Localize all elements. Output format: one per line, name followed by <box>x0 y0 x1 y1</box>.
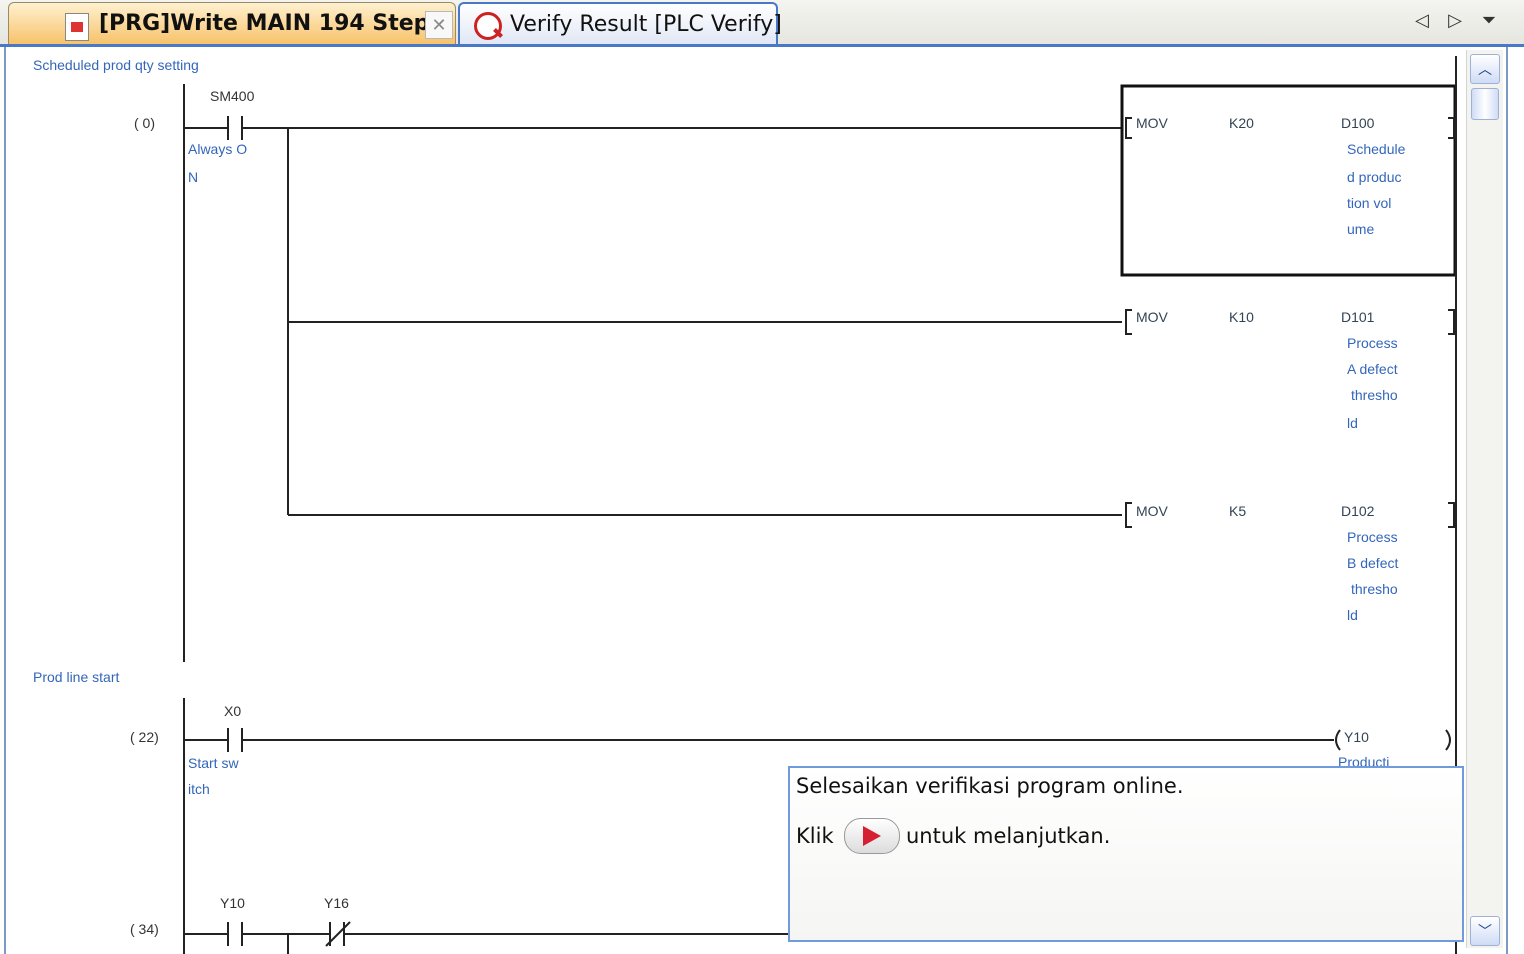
scroll-down-icon[interactable]: ﹀ <box>1470 916 1500 946</box>
contact-device: Y16 <box>324 895 349 911</box>
contact-comment-line: N <box>188 169 198 185</box>
device-comment-line: A defect <box>1347 361 1398 377</box>
instruction-source[interactable]: K20 <box>1229 115 1254 131</box>
vertical-scrollbar[interactable]: ︿ ﹀ <box>1466 50 1503 948</box>
instruction-dest[interactable]: D102 <box>1341 503 1375 519</box>
scroll-thumb[interactable] <box>1471 88 1499 120</box>
normally-open-contact[interactable] <box>184 922 243 946</box>
block-comment: Scheduled prod qty setting <box>33 57 199 73</box>
instruction-bracket-right <box>1448 117 1455 139</box>
device-comment-line: Process <box>1347 529 1398 545</box>
device-comment-line: ld <box>1347 607 1358 623</box>
contact-device: Y10 <box>220 895 245 911</box>
instruction-dest[interactable]: D100 <box>1341 115 1375 131</box>
selection-cursor <box>1120 84 1457 277</box>
device-comment-line: Process <box>1347 335 1398 351</box>
coil-right <box>1445 729 1451 751</box>
instruction-name[interactable]: MOV <box>1136 503 1169 519</box>
popup-text-after: untuk melanjutkan. <box>906 824 1111 848</box>
device-comment-line: tion vol <box>1347 195 1391 211</box>
device-comment-line: thresho <box>1351 387 1398 403</box>
instruction-dest[interactable]: D101 <box>1341 309 1375 325</box>
instruction-bracket-left <box>1125 117 1132 139</box>
contact-comment-line: Always O <box>188 141 247 157</box>
instruction-bracket-right <box>1448 502 1455 528</box>
contact-comment-line: Start sw <box>188 755 239 771</box>
normally-open-contact[interactable] <box>184 116 243 140</box>
scroll-up-icon[interactable]: ︿ <box>1470 54 1500 84</box>
device-comment-line: thresho <box>1351 581 1398 597</box>
instruction-name[interactable]: MOV <box>1136 309 1169 325</box>
popup-text-before: Klik <box>796 824 834 848</box>
normally-open-contact[interactable] <box>184 728 243 752</box>
instruction-name[interactable]: MOV <box>1136 115 1169 131</box>
instruction-bracket-left <box>1125 502 1132 528</box>
device-comment-line: Schedule <box>1347 141 1406 157</box>
device-comment-line: d produc <box>1347 169 1401 185</box>
device-comment-line: B defect <box>1347 555 1398 571</box>
coil-device[interactable]: Y10 <box>1344 729 1369 745</box>
device-comment-line: ld <box>1347 415 1358 431</box>
instruction-bracket-right <box>1448 309 1455 335</box>
step-number: ( 22) <box>130 729 159 745</box>
instruction-source[interactable]: K5 <box>1229 503 1246 519</box>
contact-device: X0 <box>224 703 241 719</box>
instruction-bracket-left <box>1125 309 1132 335</box>
block-comment: Prod line start <box>33 669 119 685</box>
step-number: ( 0) <box>134 115 155 131</box>
popup-instruction: Klik untuk melanjutkan. <box>796 818 1110 854</box>
instruction-popup: Selesaikan verifikasi program online. Kl… <box>788 766 1464 942</box>
device-comment-line: ume <box>1347 221 1374 237</box>
popup-message: Selesaikan verifikasi program online. <box>796 774 1184 798</box>
instruction-source[interactable]: K10 <box>1229 309 1254 325</box>
play-icon[interactable] <box>844 818 900 854</box>
step-number: ( 34) <box>130 921 159 937</box>
contact-comment-line: itch <box>188 781 210 797</box>
contact-device: SM400 <box>210 88 255 104</box>
coil-left <box>1335 729 1341 751</box>
tab-list-dropdown-icon[interactable]: ⏷ <box>1477 8 1501 32</box>
